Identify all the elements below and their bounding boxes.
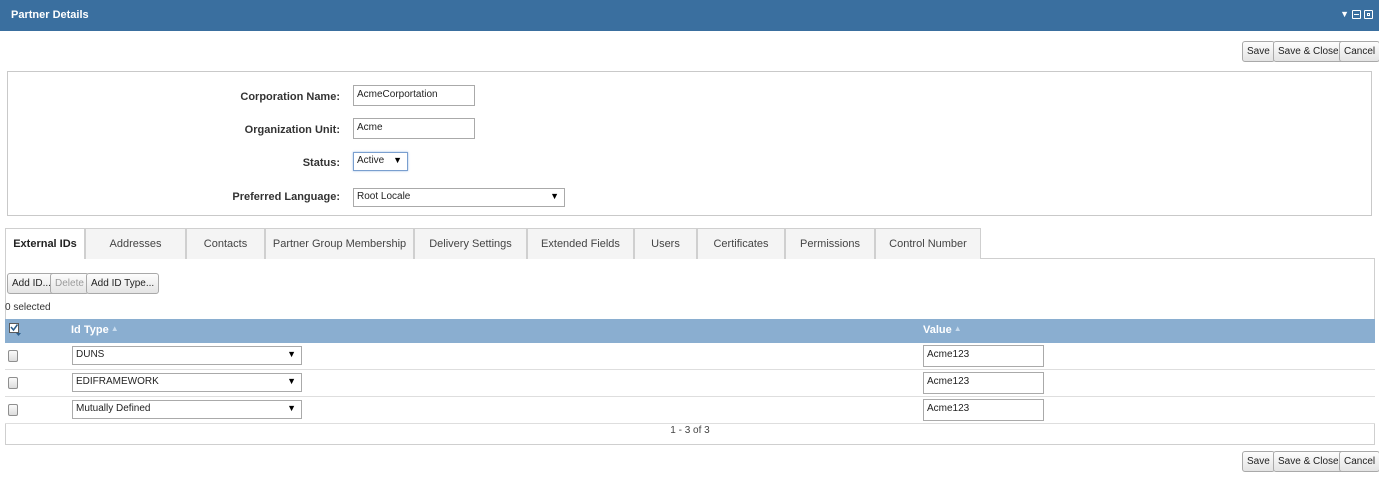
column-header-id-type[interactable]: Id Type ▲ bbox=[71, 324, 119, 336]
window-title: Partner Details bbox=[11, 9, 89, 21]
tab-external-ids[interactable]: External IDs bbox=[5, 228, 85, 260]
tab-delivery-settings[interactable]: Delivery Settings bbox=[414, 228, 527, 259]
tab-users[interactable]: Users bbox=[634, 228, 697, 259]
delete-button[interactable]: Delete bbox=[50, 273, 89, 294]
corporation-name-label: Corporation Name: bbox=[240, 91, 340, 103]
tab-certificates[interactable]: Certificates bbox=[697, 228, 785, 259]
save-button-bottom[interactable]: Save bbox=[1242, 451, 1275, 472]
tab-control-number[interactable]: Control Number bbox=[875, 228, 981, 259]
value-input[interactable]: Acme123 bbox=[923, 345, 1044, 367]
pager-text: 1 - 3 of 3 bbox=[670, 425, 710, 436]
table-row: Mutually Defined ▼ Acme123 bbox=[5, 397, 1375, 424]
chevron-down-icon: ▼ bbox=[287, 403, 296, 413]
id-type-select[interactable]: EDIFRAMEWORK ▼ bbox=[72, 373, 302, 392]
status-value: Active bbox=[357, 155, 385, 166]
tab-contacts[interactable]: Contacts bbox=[186, 228, 265, 259]
preferred-language-label: Preferred Language: bbox=[232, 191, 340, 203]
status-label: Status: bbox=[302, 157, 340, 169]
popout-icon[interactable] bbox=[1364, 9, 1373, 19]
preferred-language-value: Root Locale bbox=[357, 191, 411, 202]
row-checkbox[interactable] bbox=[8, 350, 18, 362]
partner-form-panel: Corporation Name: AcmeCorportation Organ… bbox=[7, 71, 1372, 216]
preferred-language-select[interactable]: Root Locale ▼ bbox=[353, 188, 565, 207]
grid-header: Id Type ▲ Value ▲ bbox=[5, 319, 1375, 343]
status-select[interactable]: Active ▼ bbox=[353, 152, 408, 171]
id-type-value: DUNS bbox=[76, 349, 105, 360]
tab-extended-fields[interactable]: Extended Fields bbox=[527, 228, 634, 259]
minimize-icon[interactable] bbox=[1352, 9, 1361, 19]
id-type-select[interactable]: DUNS ▼ bbox=[72, 346, 302, 365]
organization-unit-label: Organization Unit: bbox=[244, 124, 340, 136]
organization-unit-input[interactable]: Acme bbox=[353, 118, 475, 139]
corporation-name-input[interactable]: AcmeCorportation bbox=[353, 85, 475, 106]
chevron-down-icon: ▼ bbox=[287, 349, 296, 359]
tab-addresses[interactable]: Addresses bbox=[85, 228, 186, 259]
window-controls: ▼ bbox=[1340, 9, 1373, 19]
selected-count: 0 selected bbox=[5, 302, 51, 313]
id-type-value: Mutually Defined bbox=[76, 403, 151, 414]
window-title-bar: Partner Details ▼ bbox=[0, 0, 1379, 31]
row-checkbox[interactable] bbox=[8, 377, 18, 389]
cancel-button-bottom[interactable]: Cancel bbox=[1339, 451, 1379, 472]
tab-partner-group-membership[interactable]: Partner Group Membership bbox=[265, 228, 414, 259]
chevron-down-icon: ▼ bbox=[550, 191, 559, 201]
add-id-button[interactable]: Add ID... bbox=[7, 273, 56, 294]
select-all-checkbox-icon[interactable] bbox=[9, 323, 21, 337]
tab-bar: External IDs Addresses Contacts Partner … bbox=[5, 228, 1375, 260]
save-close-button[interactable]: Save & Close bbox=[1273, 41, 1344, 62]
add-id-type-button[interactable]: Add ID Type... bbox=[86, 273, 160, 294]
dropdown-icon[interactable]: ▼ bbox=[1340, 9, 1349, 19]
value-input[interactable]: Acme123 bbox=[923, 372, 1044, 394]
cancel-button[interactable]: Cancel bbox=[1339, 41, 1379, 62]
chevron-down-icon: ▼ bbox=[287, 376, 296, 386]
id-type-select[interactable]: Mutually Defined ▼ bbox=[72, 400, 302, 419]
column-header-value[interactable]: Value ▲ bbox=[923, 324, 962, 336]
save-close-button-bottom[interactable]: Save & Close bbox=[1273, 451, 1344, 472]
value-input[interactable]: Acme123 bbox=[923, 399, 1044, 421]
table-row: EDIFRAMEWORK ▼ Acme123 bbox=[5, 370, 1375, 397]
chevron-down-icon: ▼ bbox=[393, 155, 402, 165]
sort-icon: ▲ bbox=[953, 324, 962, 333]
table-row: DUNS ▼ Acme123 bbox=[5, 343, 1375, 370]
id-type-value: EDIFRAMEWORK bbox=[76, 376, 159, 387]
sort-icon: ▲ bbox=[110, 324, 119, 333]
row-checkbox[interactable] bbox=[8, 404, 18, 416]
tab-permissions[interactable]: Permissions bbox=[785, 228, 875, 259]
save-button[interactable]: Save bbox=[1242, 41, 1275, 62]
